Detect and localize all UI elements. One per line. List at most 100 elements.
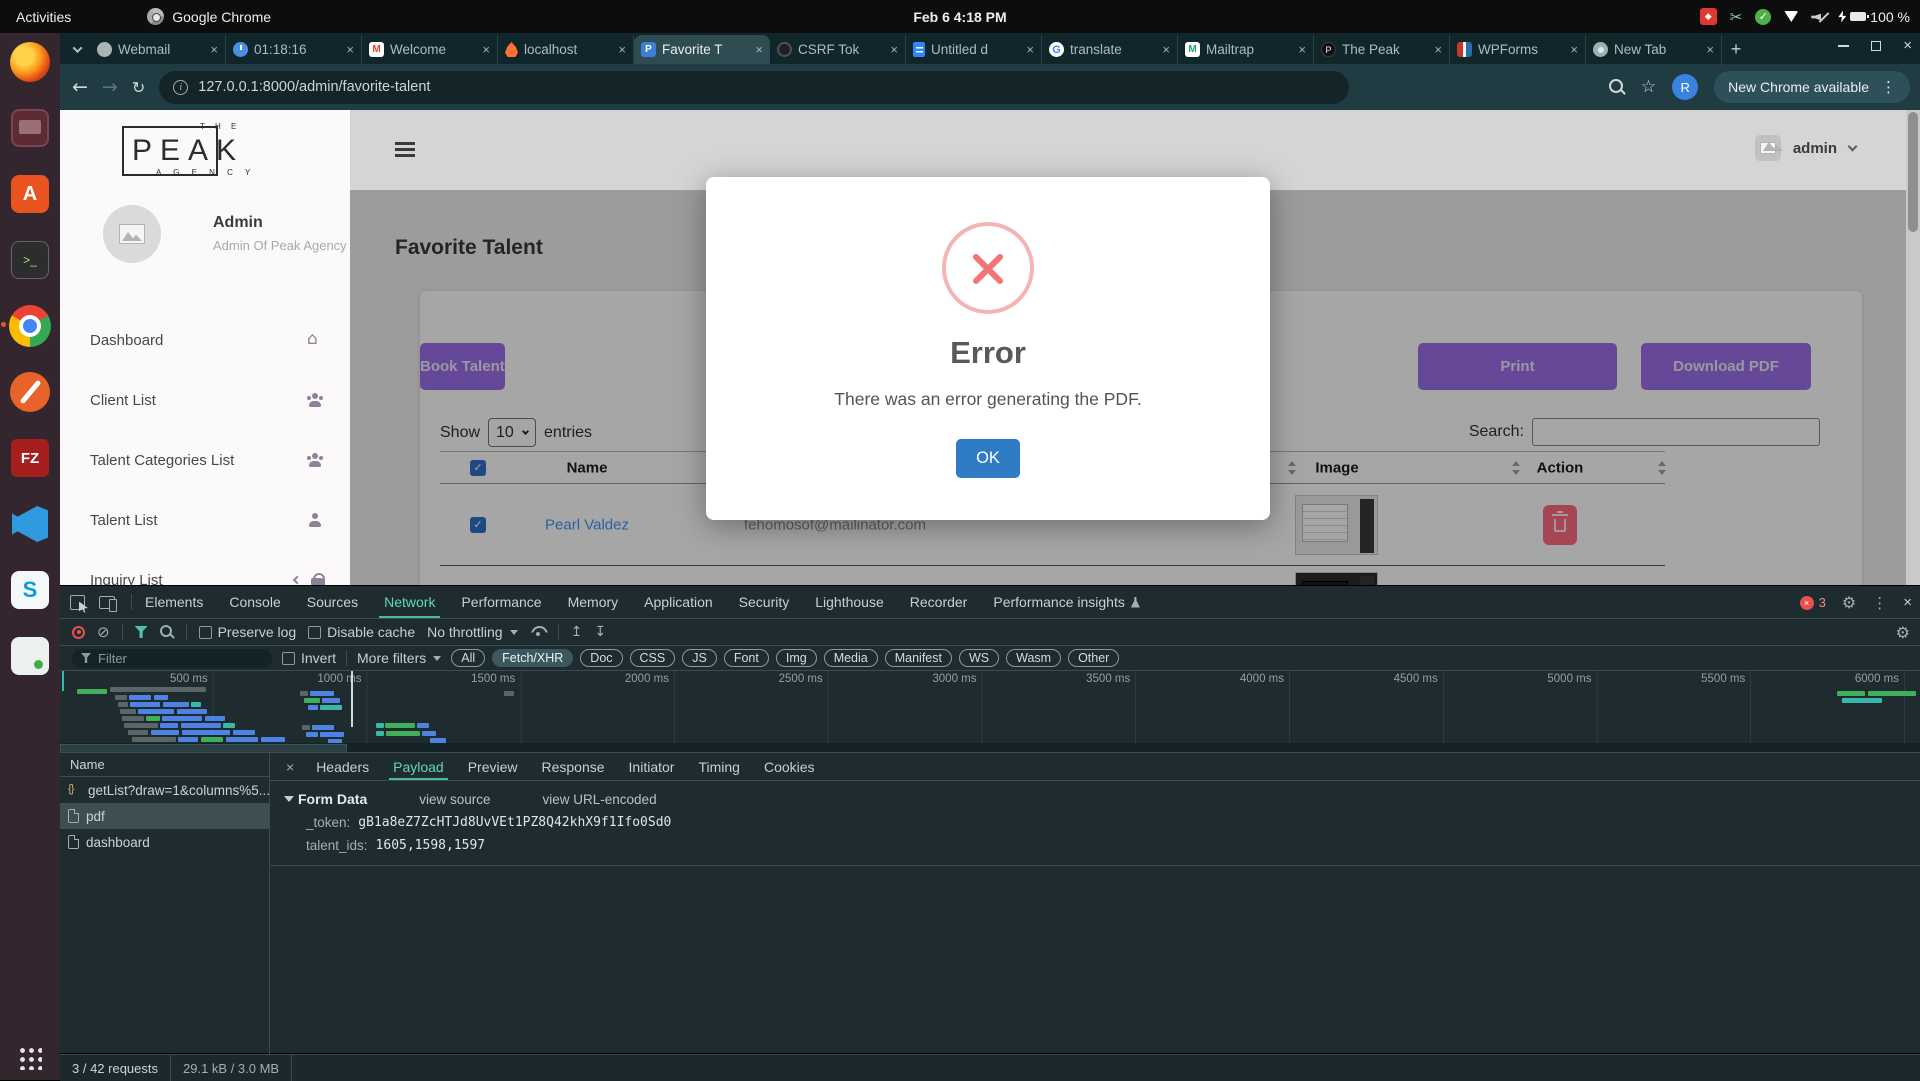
browser-tab[interactable]: CSRF Tok × xyxy=(770,35,906,64)
request-type-filter[interactable]: Wasm xyxy=(1006,649,1061,667)
devtools-tab[interactable]: Security xyxy=(726,586,803,618)
devtools-tab[interactable]: Performance xyxy=(448,586,554,618)
reload-button[interactable]: ↻ xyxy=(132,78,145,97)
network-conditions-icon[interactable] xyxy=(530,626,546,638)
import-har-icon[interactable]: ↥ xyxy=(571,624,583,640)
sidebar-item[interactable]: Client List xyxy=(60,370,350,430)
tab-close-icon[interactable]: × xyxy=(890,42,898,57)
request-type-filter[interactable]: JS xyxy=(682,649,717,667)
minimize-button[interactable] xyxy=(1838,45,1849,47)
window-close-button[interactable]: × xyxy=(1903,38,1912,53)
detail-tab[interactable]: Initiator xyxy=(617,753,687,780)
dock-item[interactable] xyxy=(9,173,51,215)
tab-close-icon[interactable]: × xyxy=(1298,42,1306,57)
devtools-tab[interactable]: Elements xyxy=(132,586,216,618)
clear-network-icon[interactable]: ⊘ xyxy=(97,625,110,640)
sidebar-item[interactable]: Inquiry List xyxy=(60,550,350,585)
site-info-icon[interactable]: i xyxy=(173,80,188,95)
devtools-tab[interactable]: Lighthouse xyxy=(802,586,897,618)
request-type-filter[interactable]: CSS xyxy=(630,649,676,667)
collapse-triangle-icon[interactable] xyxy=(284,796,294,802)
sidebar-item[interactable]: Dashboard xyxy=(60,310,350,370)
zoom-icon[interactable] xyxy=(1609,79,1625,95)
record-network-icon[interactable] xyxy=(72,626,85,639)
timeline-scrollbar[interactable] xyxy=(60,743,1920,752)
view-source-link[interactable]: view source xyxy=(419,792,490,807)
peak-agency-logo[interactable]: T H E PEAK A G E N C Y xyxy=(122,120,290,182)
form-data-title[interactable]: Form Data xyxy=(298,791,367,807)
clock[interactable]: Feb 6 4:18 PM xyxy=(913,9,1006,25)
browser-tab[interactable]: The Peak × xyxy=(1314,35,1450,64)
tab-close-icon[interactable]: × xyxy=(1162,42,1170,57)
tab-close-icon[interactable]: × xyxy=(346,42,354,57)
detail-tab[interactable]: Payload xyxy=(381,753,456,780)
devtools-tab[interactable]: Sources xyxy=(294,586,371,618)
browser-tab[interactable]: Welcome × xyxy=(362,35,498,64)
dock-item[interactable] xyxy=(9,305,51,347)
network-overview-timeline[interactable]: 500 ms1000 ms1500 ms2000 ms2500 ms3000 m… xyxy=(60,671,1920,753)
network-settings-icon[interactable]: ⚙ xyxy=(1896,623,1910,642)
devtools-tab[interactable]: Application xyxy=(631,586,726,618)
request-type-filter[interactable]: Font xyxy=(724,649,769,667)
request-type-filter[interactable]: Doc xyxy=(580,649,622,667)
browser-tab[interactable]: localhost × xyxy=(498,35,634,64)
navbar-user[interactable]: admin xyxy=(1755,135,1856,161)
page-scrollbar[interactable] xyxy=(1906,110,1920,585)
device-toolbar-icon[interactable] xyxy=(99,596,115,609)
sidebar-item[interactable]: Talent Categories List xyxy=(60,430,350,490)
request-list-header[interactable]: Name xyxy=(60,753,269,777)
request-type-filter[interactable]: WS xyxy=(959,649,999,667)
browser-tab[interactable]: Untitled d × xyxy=(906,35,1042,64)
request-type-filter[interactable]: Img xyxy=(776,649,817,667)
tab-close-icon[interactable]: × xyxy=(1434,42,1442,57)
disable-cache-checkbox[interactable]: Disable cache xyxy=(308,624,415,640)
request-row[interactable]: pdf xyxy=(60,803,269,829)
devtools-menu-icon[interactable]: ⋮ xyxy=(1872,594,1887,612)
filter-input[interactable] xyxy=(98,651,248,666)
request-type-filter[interactable]: Manifest xyxy=(885,649,952,667)
forward-button[interactable]: → xyxy=(102,76,118,98)
bookmark-star-icon[interactable]: ☆ xyxy=(1641,77,1656,97)
tab-search-button[interactable] xyxy=(64,36,90,62)
devtools-tab[interactable]: Console xyxy=(216,586,293,618)
focused-app-indicator[interactable]: Google Chrome xyxy=(147,8,271,25)
chrome-update-button[interactable]: New Chrome available ⋮ xyxy=(1714,71,1910,103)
dock-item[interactable] xyxy=(9,569,51,611)
browser-tab[interactable]: Webmail × xyxy=(90,35,226,64)
request-type-filter[interactable]: Fetch/XHR xyxy=(492,649,573,667)
new-tab-button[interactable]: + xyxy=(1722,36,1750,62)
dock-item[interactable] xyxy=(9,635,51,677)
tab-close-icon[interactable]: × xyxy=(1570,42,1578,57)
filter-input-box[interactable] xyxy=(72,649,272,668)
request-row[interactable]: dashboard xyxy=(60,829,269,855)
dock-item[interactable] xyxy=(9,371,51,413)
tab-close-icon[interactable]: × xyxy=(482,42,490,57)
devtools-settings-icon[interactable]: ⚙ xyxy=(1842,593,1856,612)
activities-button[interactable]: Activities xyxy=(0,9,87,25)
search-icon[interactable] xyxy=(160,625,174,639)
system-tray[interactable]: ◆ ✂ ✓ 100 % xyxy=(1700,8,1910,26)
request-type-filter[interactable]: All xyxy=(451,649,485,667)
tab-close-icon[interactable]: × xyxy=(755,42,763,57)
tab-close-icon[interactable]: × xyxy=(1026,42,1034,57)
profile-avatar[interactable]: R xyxy=(1672,74,1698,100)
devtools-close-icon[interactable]: × xyxy=(1903,594,1912,611)
request-type-filter[interactable]: Media xyxy=(824,649,878,667)
dock-item[interactable] xyxy=(9,503,51,545)
hamburger-menu-icon[interactable] xyxy=(395,142,415,145)
devtools-tab[interactable]: Memory xyxy=(555,586,632,618)
invert-checkbox[interactable]: Invert xyxy=(282,650,336,666)
request-type-filter[interactable]: Other xyxy=(1068,649,1119,667)
address-field[interactable]: i 127.0.0.1:8000/admin/favorite-talent xyxy=(159,71,1349,104)
close-detail-icon[interactable]: × xyxy=(276,759,304,775)
tab-close-icon[interactable]: × xyxy=(210,42,218,57)
error-count-badge[interactable]: × 3 xyxy=(1800,595,1826,610)
browser-tab[interactable]: Mailtrap × xyxy=(1178,35,1314,64)
devtools-tab[interactable]: Performance insights xyxy=(980,586,1153,618)
browser-tab[interactable]: translate × xyxy=(1042,35,1178,64)
dock-item[interactable] xyxy=(9,239,51,281)
browser-tab[interactable]: 01:18:16 × xyxy=(226,35,362,64)
browser-menu-icon[interactable]: ⋮ xyxy=(1881,78,1896,96)
devtools-tab[interactable]: Network xyxy=(371,586,448,618)
devtools-tab[interactable]: Recorder xyxy=(897,586,981,618)
